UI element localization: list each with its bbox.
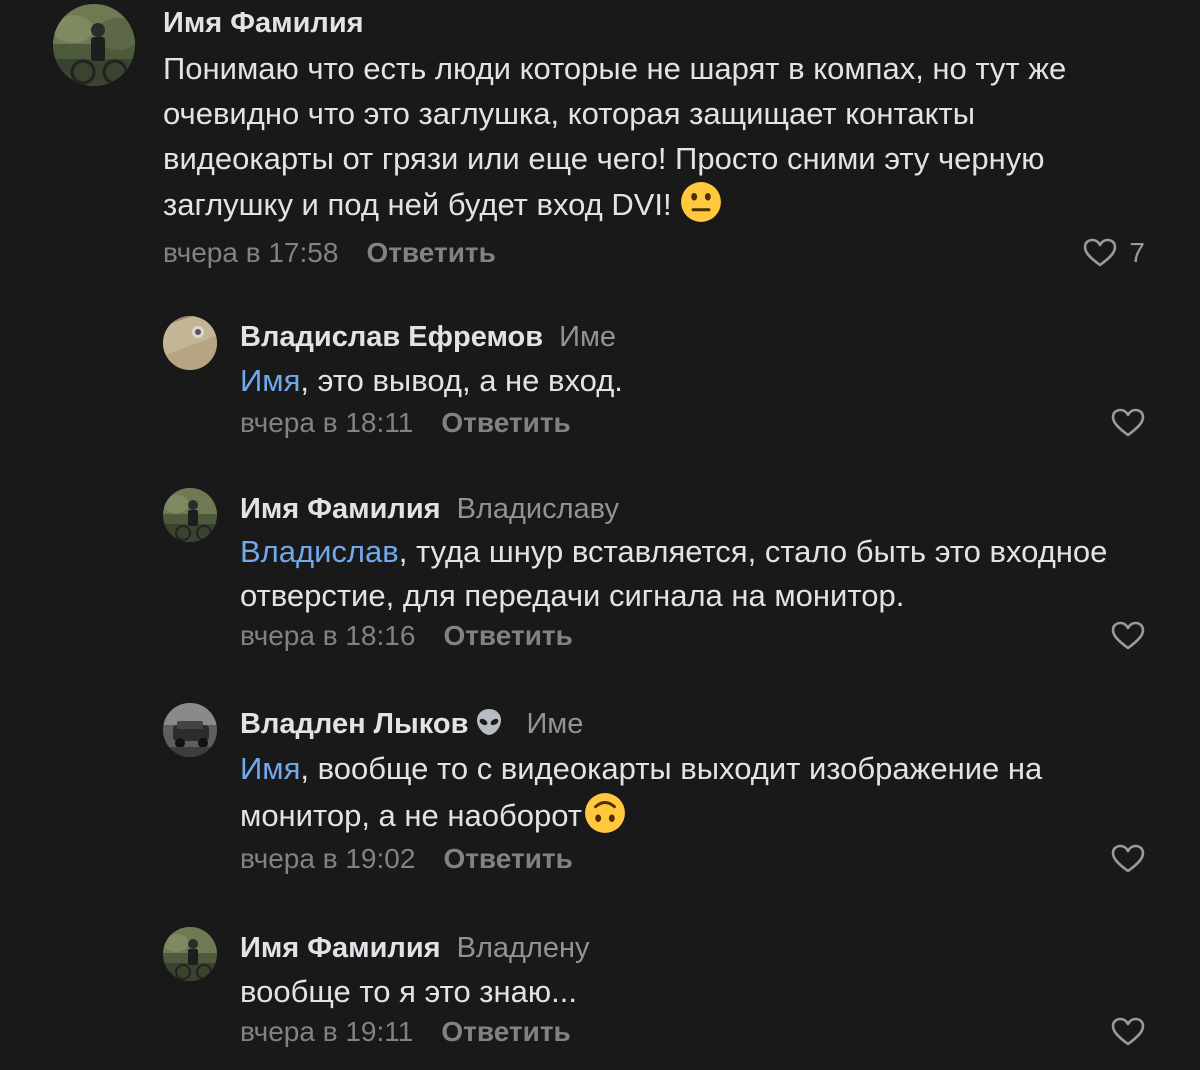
avatar[interactable] (163, 488, 217, 542)
comment-time[interactable]: вчера в 18:11 (240, 407, 413, 438)
comment-header: Владислав Ефремов Име (240, 320, 1145, 354)
comment-header: Имя Фамилия Владлену (240, 931, 1145, 965)
comment-meta: вчера в 17:58 Ответить 7 (163, 233, 1145, 273)
neutral-face-emoji-icon (680, 181, 722, 223)
reply-button[interactable]: Ответить (441, 1016, 570, 1047)
reply-button[interactable]: Ответить (441, 407, 570, 438)
avatar[interactable] (163, 703, 217, 757)
avatar[interactable] (163, 316, 217, 370)
reply-to-label[interactable]: Име (559, 321, 616, 353)
author-name[interactable]: Владислав Ефремов (240, 321, 543, 353)
heart-icon (1111, 1017, 1145, 1047)
reply-comment-item: Имя Фамилия Владиславу Владислав, туда шн… (0, 488, 1200, 678)
comment-item: Имя Фамилия Понимаю что есть люди которы… (0, 0, 1200, 290)
comment-content: Владлен Лыков Име Имя, вообще то с видеок… (240, 707, 1145, 879)
like-button[interactable] (1111, 403, 1145, 443)
like-button[interactable]: 7 (1083, 233, 1145, 273)
like-count: 7 (1129, 237, 1145, 268)
comment-header: Имя Фамилия Владиславу (240, 492, 1145, 526)
reply-comment-item: Владлен Лыков Име Имя, вообще то с видеок… (0, 703, 1200, 903)
reply-comment-item: Владислав Ефремов Име Имя, это вывод, а н… (0, 316, 1200, 466)
avatar[interactable] (163, 927, 217, 981)
comment-meta: вчера в 18:16 Ответить (240, 616, 1145, 656)
reply-to-label[interactable]: Владиславу (457, 493, 619, 525)
alien-emoji-icon (474, 707, 504, 737)
heart-icon (1111, 844, 1145, 874)
avatar[interactable] (53, 4, 135, 86)
author-name[interactable]: Имя Фамилия (240, 932, 441, 964)
comment-time[interactable]: вчера в 18:16 (240, 620, 415, 651)
comment-time[interactable]: вчера в 17:58 (163, 237, 338, 268)
comment-body: Понимаю что есть люди которые не шарят в… (163, 51, 1067, 222)
comment-body: вообще то я это знаю... (240, 974, 577, 1009)
comment-meta: вчера в 18:11 Ответить (240, 403, 1145, 443)
reply-button[interactable]: Ответить (443, 620, 572, 651)
comment-time[interactable]: вчера в 19:11 (240, 1016, 413, 1047)
like-button[interactable] (1111, 1012, 1145, 1052)
like-button[interactable] (1111, 839, 1145, 879)
comment-content: Имя Фамилия Владлену вообще то я это знаю… (240, 931, 1145, 1052)
comment-text: Имя, это вывод, а не вход. (240, 358, 1145, 403)
mention-link[interactable]: Имя (240, 363, 300, 398)
comment-text: вообще то я это знаю... (240, 969, 1145, 1014)
mention-link[interactable]: Владислав (240, 534, 399, 569)
comment-header: Владлен Лыков Име (240, 707, 1145, 741)
comment-text: Понимаю что есть люди которые не шарят в… (163, 46, 1145, 227)
upside-down-face-emoji-icon (584, 792, 626, 834)
comment-header: Имя Фамилия (163, 6, 1145, 40)
reply-button[interactable]: Ответить (443, 843, 572, 874)
mention-link[interactable]: Имя (240, 751, 300, 786)
heart-icon (1083, 238, 1117, 268)
comment-body: , вообще то с видеокарты выходит изображ… (240, 751, 1043, 833)
comment-meta: вчера в 19:11 Ответить (240, 1012, 1145, 1052)
author-name[interactable]: Имя Фамилия (163, 7, 364, 39)
comment-body: , это вывод, а не вход. (300, 363, 623, 398)
author-name[interactable]: Владлен Лыков (240, 708, 468, 740)
reply-to-label[interactable]: Име (526, 708, 583, 740)
heart-icon (1111, 621, 1145, 651)
reply-to-label[interactable]: Владлену (457, 932, 590, 964)
comment-time[interactable]: вчера в 19:02 (240, 843, 415, 874)
comment-content: Имя Фамилия Владиславу Владислав, туда шн… (240, 492, 1145, 656)
comment-meta: вчера в 19:02 Ответить (240, 839, 1145, 879)
comment-text: Имя, вообще то с видеокарты выходит изоб… (240, 745, 1145, 839)
comment-text: Владислав, туда шнур вставляется, стало … (240, 530, 1145, 618)
like-button[interactable] (1111, 616, 1145, 656)
heart-icon (1111, 408, 1145, 438)
reply-button[interactable]: Ответить (366, 237, 495, 268)
author-name[interactable]: Имя Фамилия (240, 493, 441, 525)
comment-content: Владислав Ефремов Име Имя, это вывод, а н… (240, 320, 1145, 443)
reply-comment-item: Имя Фамилия Владлену вообще то я это знаю… (0, 927, 1200, 1067)
comment-content: Имя Фамилия Понимаю что есть люди которы… (163, 6, 1145, 273)
